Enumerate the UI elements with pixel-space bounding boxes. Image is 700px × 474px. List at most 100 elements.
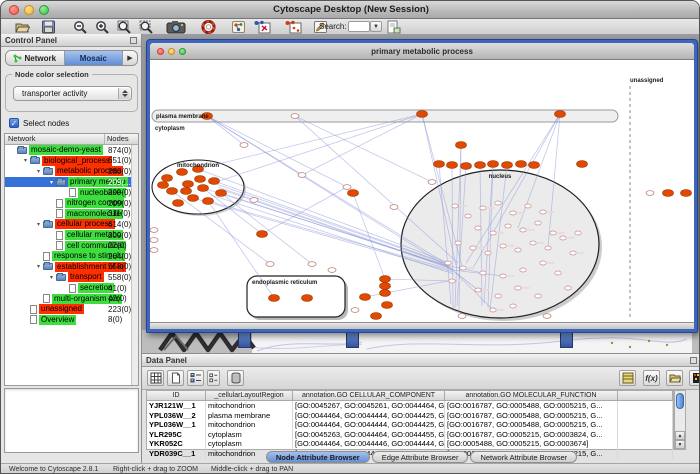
table-header-cell[interactable]: annotation.GO CELLULAR_COMPONENT	[293, 391, 445, 400]
network-node[interactable]	[162, 175, 173, 182]
network-node[interactable]	[663, 190, 674, 197]
network-node-small[interactable]	[460, 266, 466, 270]
network-node[interactable]	[177, 169, 188, 176]
network-node-unselected[interactable]	[240, 143, 248, 148]
network-node-small[interactable]	[500, 244, 506, 248]
network-node-unselected[interactable]	[458, 314, 466, 319]
table-row[interactable]: YJR121W__1mitochondrion[GO:0045267, GO:0…	[147, 401, 673, 411]
table-row[interactable]: YPL036W__2plasma membrane[GO:0044464, GO…	[147, 411, 673, 421]
node-color-dropdown[interactable]: transporter activity	[13, 86, 132, 101]
network-node[interactable]	[348, 190, 359, 197]
network-node-unselected[interactable]	[308, 262, 316, 267]
attribute-table-icon[interactable]	[619, 370, 636, 386]
network-node[interactable]	[181, 188, 192, 195]
network-node[interactable]	[382, 302, 393, 309]
network-node[interactable]	[173, 200, 184, 207]
network-node[interactable]	[269, 295, 280, 302]
network-node-unselected[interactable]	[390, 205, 398, 210]
network-node[interactable]	[188, 195, 199, 202]
heatmap-icon[interactable]	[689, 370, 700, 386]
network-node-small[interactable]	[500, 274, 506, 278]
network-node-unselected[interactable]	[351, 308, 359, 313]
network-node-small[interactable]	[470, 246, 476, 250]
network-node[interactable]	[461, 163, 472, 170]
network-node-small[interactable]	[545, 246, 551, 250]
network-node-small[interactable]	[540, 210, 546, 214]
background-window-fragment[interactable]	[560, 331, 573, 348]
import-folder-icon[interactable]	[666, 370, 683, 386]
network-canvas[interactable]: plasma membranecytoplasmmitochondrionnuc…	[150, 60, 694, 322]
network-node-unselected[interactable]	[150, 228, 158, 233]
network-node-small[interactable]	[449, 279, 455, 283]
network-node-unselected[interactable]	[646, 191, 654, 196]
table-header-cell[interactable]: annotation.GO MOLECULAR_FUNCTION	[445, 391, 618, 400]
disclosure-triangle-icon[interactable]: ▾	[47, 179, 56, 186]
tree-column-network[interactable]: Network	[5, 134, 105, 144]
network-node-small[interactable]	[495, 201, 501, 205]
network-node-unselected[interactable]	[328, 268, 336, 273]
tree-column-nodes[interactable]: Nodes	[105, 134, 138, 144]
network-node-small[interactable]	[515, 248, 521, 252]
tree-row[interactable]: mosaic-demo-yeast874(0)	[5, 145, 138, 156]
search-input[interactable]	[348, 21, 370, 32]
network-node-small[interactable]	[495, 294, 501, 298]
table-row[interactable]: YKR052Ccytoplasm[GO:0044464, GO:0044446,…	[147, 439, 673, 449]
zoom-in-icon[interactable]	[95, 20, 110, 34]
zoom-fit-icon[interactable]	[117, 20, 132, 34]
network-node[interactable]	[529, 162, 540, 169]
network-node[interactable]	[447, 162, 458, 169]
filter-nodes-icon[interactable]	[284, 20, 302, 34]
network-node[interactable]	[555, 111, 566, 118]
network-node-unselected[interactable]	[343, 185, 351, 190]
table-row[interactable]: YPL036W__1mitochondrion[GO:0044464, GO:0…	[147, 420, 673, 430]
network-node[interactable]	[681, 190, 692, 197]
table-header-cell[interactable]: ID	[147, 391, 206, 400]
tree-row[interactable]: response to stimulu264(0)	[5, 251, 138, 262]
network-node-small[interactable]	[455, 241, 461, 245]
network-node-unselected[interactable]	[428, 180, 436, 185]
network-node-unselected[interactable]	[150, 248, 158, 253]
disclosure-triangle-icon[interactable]: ▾	[34, 168, 43, 175]
tree-row[interactable]: ▾primary metabo209(...	[5, 177, 138, 188]
network-node-unselected[interactable]	[298, 173, 306, 178]
help-icon[interactable]	[201, 20, 216, 34]
birds-eye-view-panel[interactable]	[4, 388, 139, 453]
network-node[interactable]	[417, 111, 428, 118]
network-node[interactable]	[203, 198, 214, 205]
network-node-small[interactable]	[535, 221, 541, 225]
network-node[interactable]	[516, 161, 527, 168]
network-node-unselected[interactable]	[543, 314, 551, 319]
tree-row[interactable]: ▾cellular process614(0)	[5, 219, 138, 230]
network-node-small[interactable]	[565, 286, 571, 290]
attribute-list-icon[interactable]	[207, 370, 220, 386]
table-header-cell[interactable]	[618, 391, 673, 400]
network-node-small[interactable]	[480, 271, 486, 275]
new-attribute-icon[interactable]	[167, 370, 184, 386]
network-view-window[interactable]: primary metabolic process plasma membran…	[146, 39, 698, 333]
network-node-unselected[interactable]	[266, 262, 274, 267]
horizontal-scrollbar[interactable]	[150, 322, 694, 329]
background-window-fragment[interactable]	[346, 331, 359, 348]
search-dropdown-icon[interactable]: ▼	[370, 21, 382, 32]
tree-row[interactable]: cellular metabo209(0)	[5, 230, 138, 241]
tree-row[interactable]: ▾transport558(0)	[5, 272, 138, 283]
dropdown-stepper-icon[interactable]	[118, 88, 130, 99]
network-node-small[interactable]	[505, 224, 511, 228]
network-node[interactable]	[502, 162, 513, 169]
disclosure-triangle-icon[interactable]: ▾	[34, 221, 43, 228]
tree-row[interactable]: ▾biological_process651(0)	[5, 156, 138, 167]
table-header-cell[interactable]: _cellularLayoutRegion	[206, 391, 293, 400]
network-node[interactable]	[302, 295, 313, 302]
network-node-small[interactable]	[520, 268, 526, 272]
zoom-out-icon[interactable]	[73, 20, 88, 34]
network-node-small[interactable]	[445, 261, 451, 265]
network-node-small[interactable]	[520, 228, 526, 232]
tab-network-attribute-browser[interactable]: Network Attribute Browser	[470, 451, 577, 463]
scroll-up-icon[interactable]: ▲	[675, 431, 685, 440]
network-node-small[interactable]	[475, 226, 481, 230]
zoom-selected-icon[interactable]	[139, 20, 154, 34]
network-node[interactable]	[167, 188, 178, 195]
network-node-small[interactable]	[490, 231, 496, 235]
tab-network[interactable]: Network	[6, 51, 65, 65]
network-node[interactable]	[257, 231, 268, 238]
